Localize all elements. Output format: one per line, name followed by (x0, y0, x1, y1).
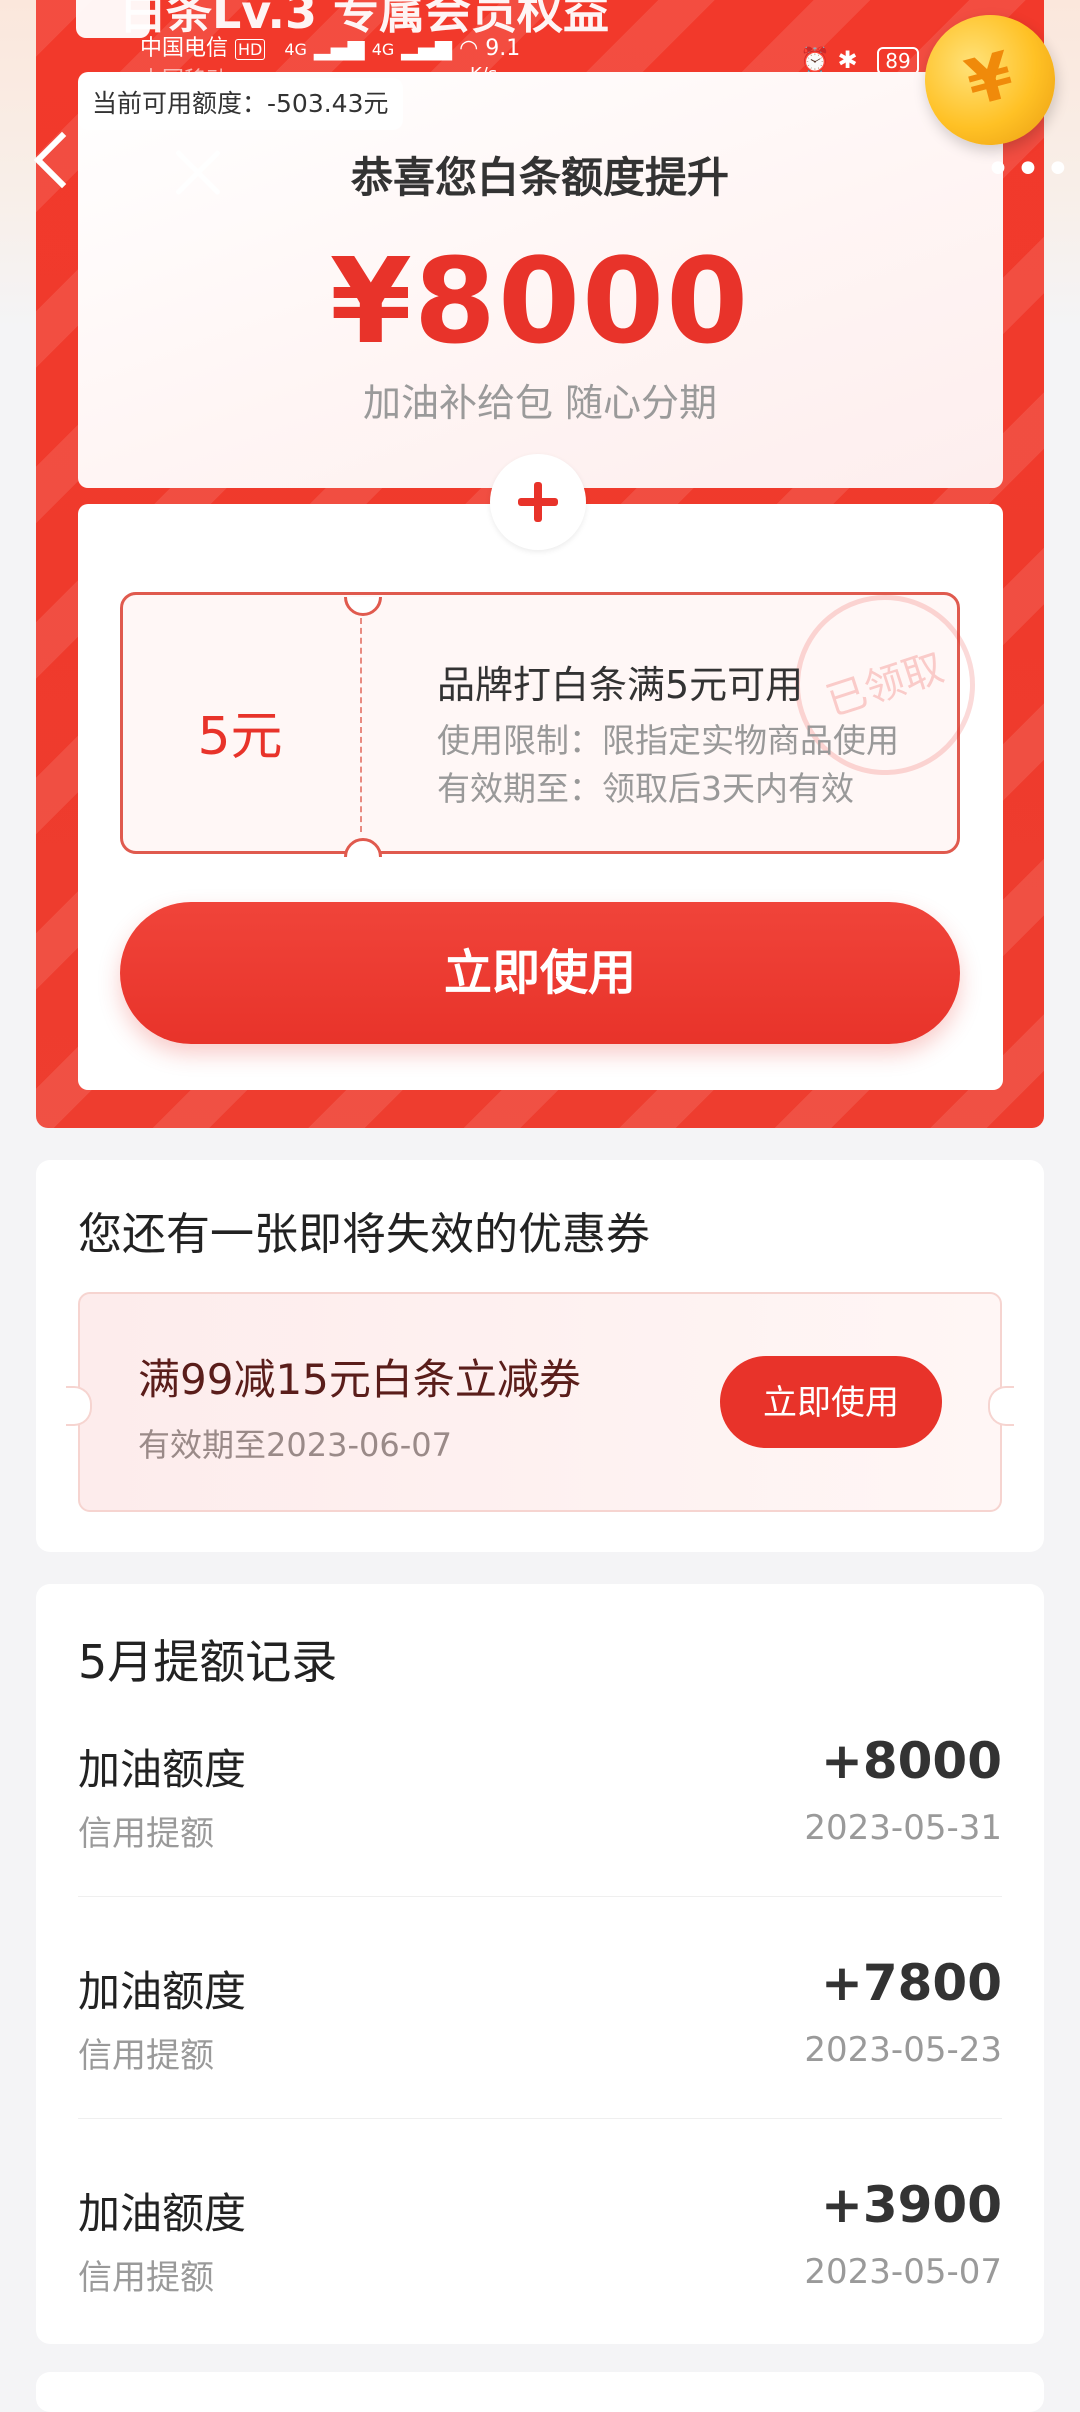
expiring-coupon-validity: 有效期至2023-06-07 (138, 1426, 452, 1464)
record-amount: +8000 (820, 1732, 1002, 1790)
coupon-value: 5元 (197, 707, 283, 767)
coupon-limit: 使用限制：限指定实物商品使用 (437, 721, 899, 760)
credit-amount: ¥8000 (329, 232, 751, 370)
next-section (36, 2372, 1044, 2412)
signal-icon: ▂▄▆ (313, 36, 365, 61)
coupon-divider (360, 618, 362, 832)
record-date: 2023-05-07 (804, 2252, 1002, 2292)
record-name: 加油额度 (78, 1745, 247, 1794)
record-amount: +7800 (820, 1954, 1002, 2012)
expiring-coupon-title: 满99减15元白条立减券 (138, 1355, 581, 1404)
record-type: 信用提额 (78, 2258, 214, 2298)
record-divider (78, 1896, 1002, 1897)
record-name: 加油额度 (78, 2189, 247, 2238)
coupon-validity: 有效期至：领取后3天内有效 (437, 769, 854, 808)
signal-icon-2: ▂▄▆ (401, 36, 453, 61)
battery-level: 89 (877, 47, 919, 75)
available-credit-chip: 当前可用额度：-503.43元 (78, 78, 403, 130)
coupon-title: 品牌打白条满5元可用 (437, 663, 804, 707)
use-now-button[interactable]: 立即使用 (120, 902, 960, 1044)
expiring-heading: 您还有一张即将失效的优惠券 (78, 1209, 650, 1260)
hd-badge: HD (235, 39, 266, 60)
record-type: 信用提额 (78, 2036, 214, 2076)
alarm-icon: ⏰ (800, 46, 830, 74)
record-amount: +3900 (820, 2176, 1002, 2234)
record-date: 2023-05-23 (804, 2030, 1002, 2070)
record-date: 2023-05-31 (804, 1808, 1002, 1848)
records-heading: 5月提额记录 (78, 1635, 338, 1689)
congrats-heading: 恭喜您白条额度提升 (350, 153, 729, 202)
network-label-2: 4G (371, 40, 395, 59)
carrier-label: 中国电信 (140, 36, 229, 61)
record-name: 加油额度 (78, 1967, 247, 2016)
record-type: 信用提额 (78, 1814, 214, 1854)
bluetooth-icon: ✱ (837, 46, 858, 74)
expiring-use-now-button[interactable]: 立即使用 (720, 1356, 942, 1448)
record-divider (78, 2118, 1002, 2119)
wifi-icon: ◠ (459, 36, 479, 61)
network-label: 4G (284, 40, 307, 59)
speed-label: 9.1 (485, 36, 521, 61)
coupon-notch-right (988, 1386, 1014, 1426)
promo-subtitle: 加油补给包 随心分期 (362, 381, 718, 425)
status-bar-right: ⏰ ✱ 89 (800, 46, 919, 75)
plus-icon (490, 454, 586, 550)
